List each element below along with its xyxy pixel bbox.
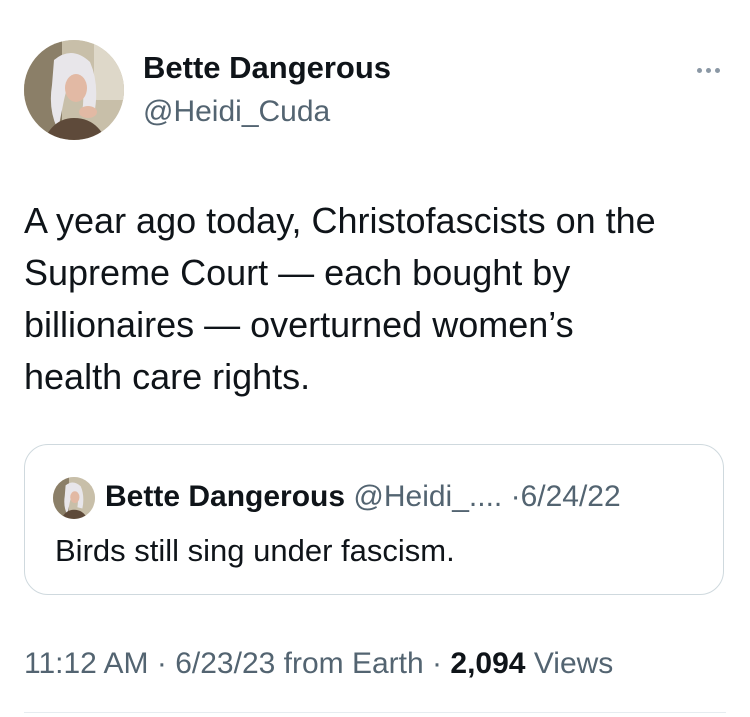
quoted-author-avatar[interactable] bbox=[53, 477, 95, 519]
more-options-button[interactable] bbox=[688, 58, 728, 82]
author-name[interactable]: Bette Dangerous bbox=[143, 50, 391, 86]
tweet-time[interactable]: 11:12 AM bbox=[24, 647, 149, 680]
tweet-source: from Earth bbox=[283, 647, 424, 680]
tweet-text: A year ago today, Christofascists on the… bbox=[24, 200, 656, 397]
views-label: Views bbox=[533, 647, 614, 680]
quoted-tweet-text: Birds still sing under fascism. bbox=[55, 533, 455, 568]
author-handle[interactable]: @Heidi_Cuda bbox=[143, 94, 330, 130]
more-horizontal-icon bbox=[696, 67, 702, 73]
separator-dot: · bbox=[510, 480, 521, 513]
quoted-tweet-date[interactable]: 6/24/22 bbox=[521, 480, 621, 513]
tweet-meta: 11:12 AM · 6/23/23 from Earth · 2,094 Vi… bbox=[24, 644, 613, 684]
tweet-date[interactable]: 6/23/23 bbox=[175, 647, 275, 680]
avatar-image bbox=[24, 40, 124, 140]
quoted-tweet-header: Bette Dangerous @Heidi_.... ·6/24/22 bbox=[105, 477, 621, 517]
separator-dot: · bbox=[432, 647, 443, 680]
tweet: Bette Dangerous @Heidi_Cuda A year ago t… bbox=[0, 0, 750, 717]
divider bbox=[24, 712, 726, 713]
quoted-author-name[interactable]: Bette Dangerous bbox=[105, 480, 345, 513]
more-horizontal-icon bbox=[714, 67, 720, 73]
author-avatar[interactable] bbox=[24, 40, 124, 140]
quoted-author-handle[interactable]: @Heidi_.... bbox=[353, 480, 502, 513]
separator-dot: · bbox=[156, 647, 167, 680]
quoted-tweet[interactable]: Bette Dangerous @Heidi_.... ·6/24/22 Bir… bbox=[24, 444, 724, 595]
views-count: 2,094 bbox=[450, 647, 526, 680]
avatar-image bbox=[53, 477, 95, 519]
more-horizontal-icon bbox=[705, 67, 711, 73]
